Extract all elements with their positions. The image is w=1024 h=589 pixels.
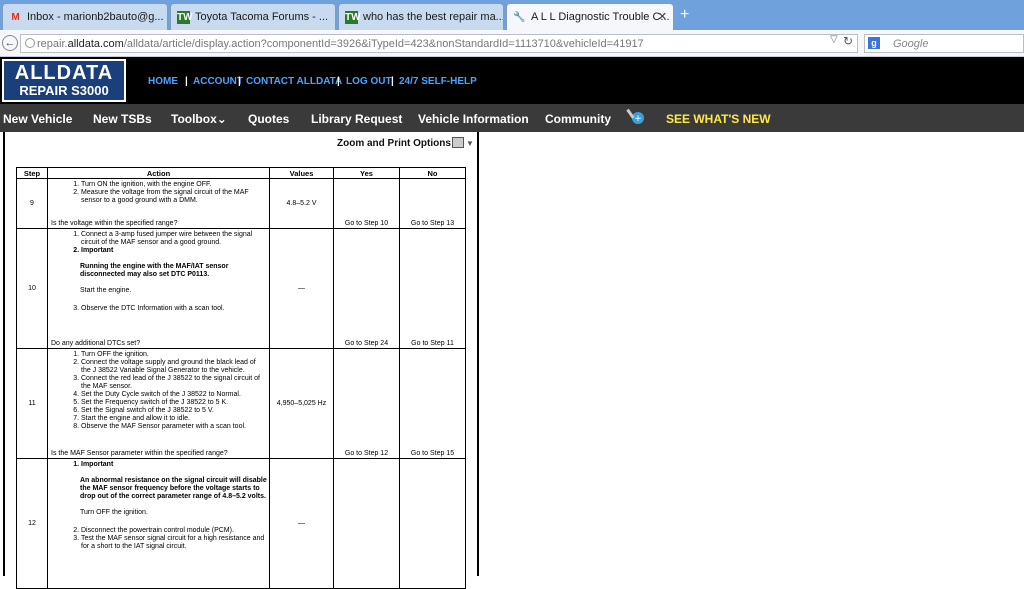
nav-vehicle-information[interactable]: Vehicle Information xyxy=(418,112,529,126)
table-row: 12 Important An abnormal resistance on t… xyxy=(16,458,466,589)
link-go-to-step[interactable]: Go to Step 11 xyxy=(400,340,465,347)
nav-community[interactable]: Community xyxy=(545,112,611,126)
tools-icon[interactable]: + xyxy=(626,106,646,126)
browser-tab-strip: M Inbox - marionb2bauto@g... TW Toyota T… xyxy=(0,0,1024,31)
browser-tab-gmail[interactable]: M Inbox - marionb2bauto@g... xyxy=(2,3,168,30)
table-row: 9 Turn ON the ignition, with the engine … xyxy=(16,178,466,229)
table-header-row: Step Action Values Yes No xyxy=(16,167,466,179)
col-values: Values xyxy=(269,167,334,179)
wrench-icon: 🔧 xyxy=(513,12,526,23)
col-yes: Yes xyxy=(333,167,400,179)
search-input[interactable]: Google xyxy=(864,34,1024,53)
alldata-logo[interactable]: ALLDATA REPAIR S3000 xyxy=(2,59,126,102)
link-go-to-step[interactable]: Go to Step 15 xyxy=(400,450,465,457)
printer-icon[interactable] xyxy=(452,137,464,148)
chevron-down-icon: ⌄ xyxy=(216,112,227,126)
table-row: 11 Turn OFF the ignition. Connect the vo… xyxy=(16,348,466,459)
link-go-to-step[interactable]: Go to Step 13 xyxy=(400,220,465,227)
gmail-icon: M xyxy=(11,12,20,23)
col-no: No xyxy=(399,167,466,179)
reload-icon[interactable]: ↻ xyxy=(843,34,853,48)
back-arrow-icon[interactable]: ← xyxy=(2,35,18,51)
nav-new-tsbs[interactable]: New TSBs xyxy=(93,112,152,126)
url-dropdown-icon[interactable]: ▽ xyxy=(830,34,838,45)
nav-see-whats-new[interactable]: SEE WHAT'S NEW xyxy=(666,112,771,126)
link-log-out[interactable]: LOG OUT xyxy=(346,76,392,87)
diagnostic-table: Step Action Values Yes No 9 Turn ON the … xyxy=(16,167,466,589)
link-go-to-step[interactable]: Go to Step 24 xyxy=(334,340,399,347)
forum-icon: TW xyxy=(345,11,361,24)
close-tab-icon[interactable]: ✕ xyxy=(658,10,667,23)
nav-quotes[interactable]: Quotes xyxy=(248,112,289,126)
link-home[interactable]: HOME xyxy=(148,76,178,87)
col-step: Step xyxy=(16,167,48,179)
zoom-print-options[interactable]: Zoom and Print Options xyxy=(337,138,451,149)
browser-tab-repair-manual[interactable]: TW who has the best repair ma... xyxy=(338,3,504,30)
new-tab-button[interactable]: + xyxy=(680,6,689,24)
table-row: 10 Connect a 3-amp fused jumper wire bet… xyxy=(16,228,466,349)
url-input[interactable]: repair.alldata.com/alldata/article/displ… xyxy=(20,34,858,53)
col-action: Action xyxy=(47,167,270,179)
nav-new-vehicle[interactable]: New Vehicle xyxy=(3,112,72,126)
link-self-help[interactable]: 24/7 SELF-HELP xyxy=(399,76,477,87)
browser-tab-tacoma-forums[interactable]: TW Toyota Tacoma Forums - ... xyxy=(170,3,336,30)
link-contact-alldata[interactable]: CONTACT ALLDATA xyxy=(246,76,342,87)
nav-library-request[interactable]: Library Request xyxy=(311,112,402,126)
svg-text:+: + xyxy=(634,114,642,124)
browser-tab-alldata[interactable]: 🔧 A L L Diagnostic Trouble C... ✕ xyxy=(506,3,674,31)
nav-toolbox[interactable]: Toolbox⌄ xyxy=(171,112,227,126)
link-go-to-step[interactable]: Go to Step 10 xyxy=(334,220,399,227)
main-nav: New Vehicle New TSBs Toolbox⌄ Quotes Lib… xyxy=(0,104,1024,132)
forum-icon: TW xyxy=(177,11,193,24)
print-dropdown-icon[interactable]: ▼ xyxy=(466,139,474,148)
globe-icon xyxy=(25,38,35,48)
link-account[interactable]: ACCOUNT xyxy=(193,76,243,87)
google-icon[interactable]: g xyxy=(868,37,880,49)
link-go-to-step[interactable]: Go to Step 12 xyxy=(334,450,399,457)
